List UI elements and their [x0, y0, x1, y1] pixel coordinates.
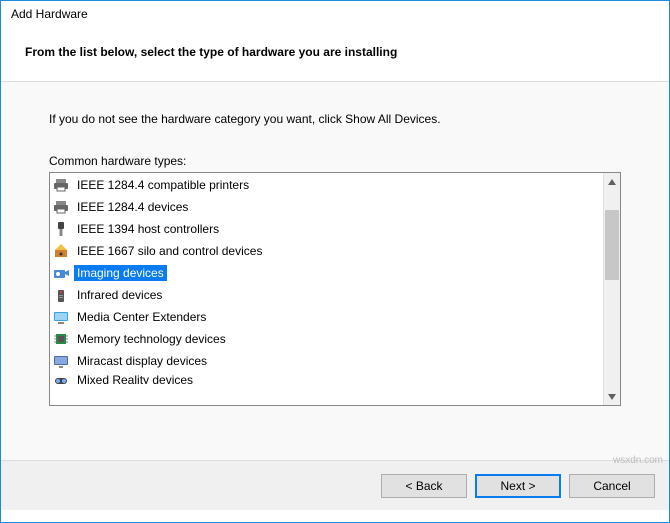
scrollbar-track[interactable]	[604, 190, 620, 388]
wizard-footer: < Back Next > Cancel	[1, 460, 669, 510]
list-item[interactable]: Media Center Extenders	[50, 306, 603, 328]
list-item[interactable]: Memory technology devices	[50, 328, 603, 350]
printer-icon	[52, 198, 70, 216]
window-title: Add Hardware	[1, 1, 669, 27]
cancel-button[interactable]: Cancel	[569, 474, 655, 498]
listbox-viewport: IEEE 1284.4 compatible printers IEEE 1284…	[50, 173, 603, 405]
back-button[interactable]: < Back	[381, 474, 467, 498]
list-item[interactable]: IEEE 1394 host controllers	[50, 218, 603, 240]
firewire-icon	[52, 220, 70, 238]
list-item[interactable]: Infrared devices	[50, 284, 603, 306]
list-item[interactable]: Miracast display devices	[50, 350, 603, 372]
list-item-label: Media Center Extenders	[74, 309, 209, 325]
list-item-label: IEEE 1394 host controllers	[74, 221, 222, 237]
list-label: Common hardware types:	[49, 154, 621, 168]
scrollbar-thumb[interactable]	[605, 210, 619, 280]
wizard-content: If you do not see the hardware category …	[1, 82, 669, 460]
list-item-label: Memory technology devices	[74, 331, 229, 347]
chip-icon	[52, 330, 70, 348]
display-icon	[52, 352, 70, 370]
list-item[interactable]: IEEE 1284.4 compatible printers	[50, 174, 603, 196]
headset-icon	[52, 372, 70, 384]
scroll-up-button[interactable]	[604, 173, 620, 190]
infrared-icon	[52, 286, 70, 304]
header-instruction: From the list below, select the type of …	[25, 45, 397, 59]
printer-icon	[52, 176, 70, 194]
list-item-label: IEEE 1667 silo and control devices	[74, 243, 265, 259]
list-item[interactable]: Imaging devices	[50, 262, 603, 284]
list-item-label: Miracast display devices	[74, 353, 210, 369]
next-button[interactable]: Next >	[475, 474, 561, 498]
list-item-label: Mixed Reality devices	[74, 372, 196, 384]
silo-icon	[52, 242, 70, 260]
intro-text: If you do not see the hardware category …	[49, 112, 621, 126]
list-item-label: Imaging devices	[74, 265, 167, 281]
screen-icon	[52, 308, 70, 326]
list-item-label: Infrared devices	[74, 287, 165, 303]
list-item[interactable]: IEEE 1284.4 devices	[50, 196, 603, 218]
camera-icon	[52, 264, 70, 282]
wizard-header: From the list below, select the type of …	[1, 27, 669, 82]
scroll-down-button[interactable]	[604, 388, 620, 405]
list-item[interactable]: Mixed Reality devices	[50, 372, 603, 384]
hardware-types-listbox[interactable]: IEEE 1284.4 compatible printers IEEE 1284…	[49, 172, 621, 406]
list-item[interactable]: IEEE 1667 silo and control devices	[50, 240, 603, 262]
list-item-label: IEEE 1284.4 devices	[74, 199, 191, 215]
scrollbar[interactable]	[603, 173, 620, 405]
list-item-label: IEEE 1284.4 compatible printers	[74, 177, 252, 193]
